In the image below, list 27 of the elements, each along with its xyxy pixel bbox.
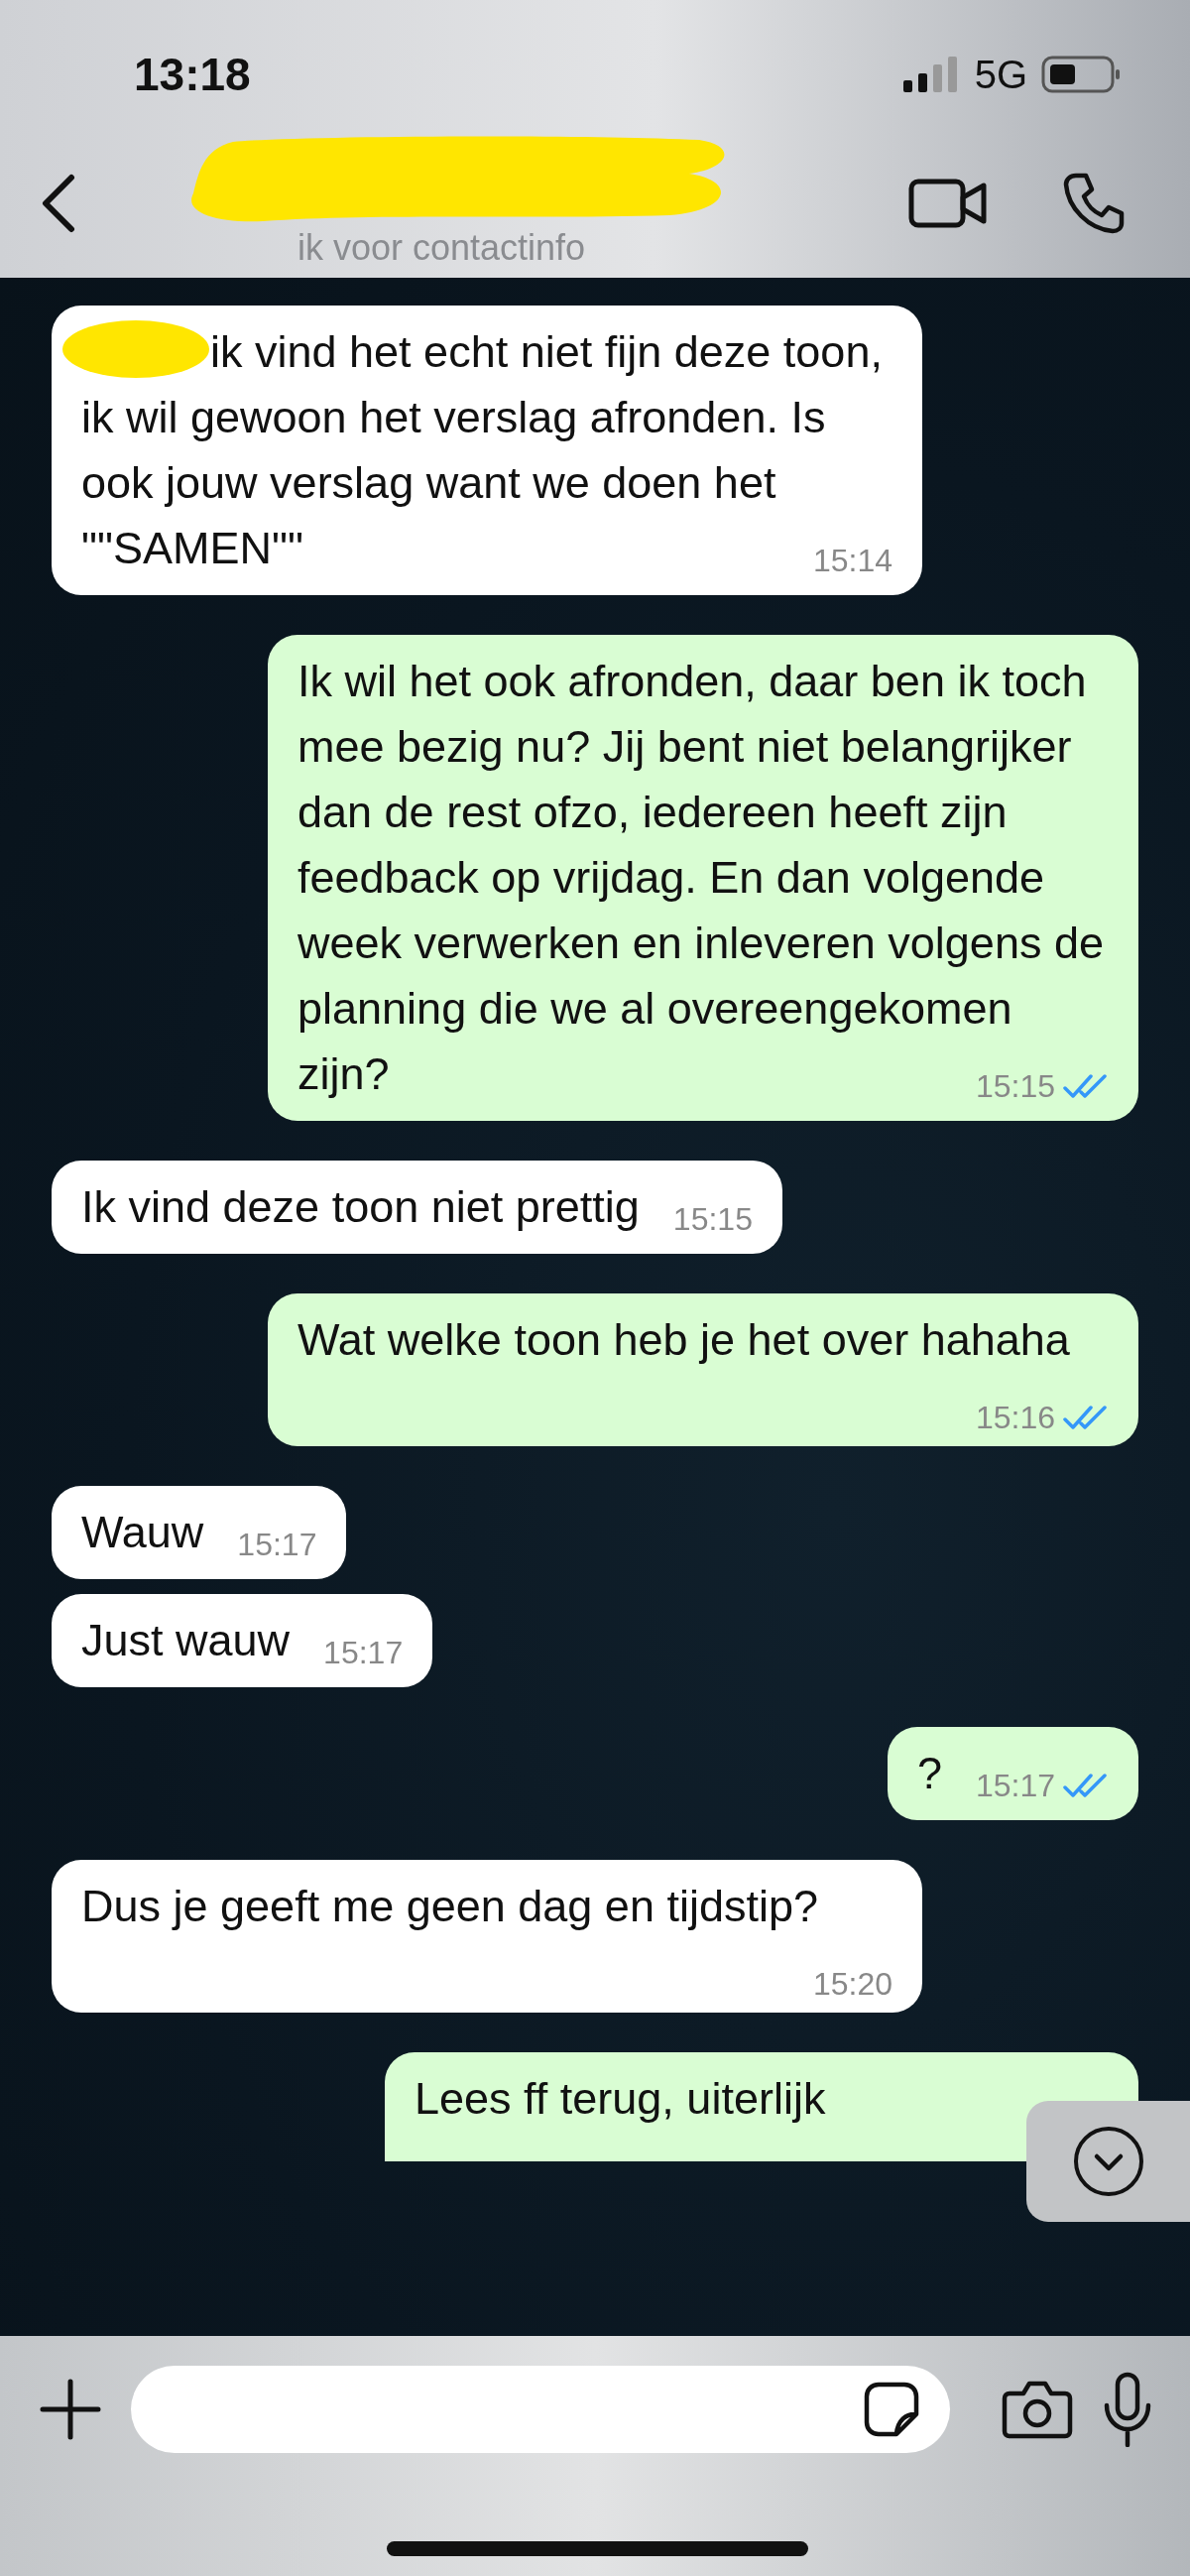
message-time: 15:15 — [975, 1067, 1055, 1106]
message-time: 15:17 — [237, 1526, 317, 1564]
battery-icon — [1041, 55, 1121, 94]
network-label: 5G — [974, 52, 1027, 97]
message-bubble[interactable]: Just wauw 15:17 — [52, 1594, 433, 1687]
message-bubble[interactable]: Wauw 15:17 — [52, 1486, 347, 1579]
message-bubble[interactable]: Ik vind deze toon niet prettig 15:15 — [52, 1161, 782, 1254]
message-bubble[interactable]: ? 15:17 — [887, 1727, 1138, 1820]
message-time: 15:20 — [812, 1965, 892, 2004]
status-time: 13:18 — [134, 48, 252, 101]
message-bubble[interactable]: ik vind het echt niet fijn deze toon, ik wil gewoon het verslag afronden. Is ook jouw verslag want we doen het ""SAMEN"" 15:14 — [52, 306, 922, 595]
sticker-icon[interactable] — [863, 2381, 920, 2438]
message-time: 15:15 — [672, 1200, 753, 1239]
plus-icon[interactable] — [40, 2379, 101, 2440]
camera-icon[interactable] — [1002, 2380, 1073, 2439]
message-bubble[interactable]: Wat welke toon heb je het over hahaha 15:16 — [268, 1293, 1138, 1446]
scroll-down-button[interactable] — [1026, 2101, 1190, 2222]
chevron-down-icon — [1072, 2126, 1144, 2197]
message-time: 15:17 — [323, 1634, 404, 1672]
message-time: 15:14 — [812, 542, 892, 580]
phone-icon[interactable] — [1062, 172, 1126, 235]
message-bubble[interactable]: Ik wil het ook afronden, daar ben ik toch mee bezig nu? Jij bent niet belangrijker dan de rest ofzo, iedereen heeft zijn feedback op vrijdag. En dan volgende week verwerken en inleveren volgens de planning die we al overeengekomen zijn? 15:15 — [268, 635, 1138, 1121]
message-bubble[interactable]: Dus je geeft me geen dag en tijdstip? 15:20 — [52, 1860, 922, 2013]
message-bubble[interactable]: Lees ff terug, uiterlijk — [385, 2052, 1138, 2161]
message-time: 15:17 — [975, 1767, 1055, 1805]
microphone-icon[interactable] — [1103, 2372, 1152, 2447]
message-time: 15:16 — [975, 1399, 1055, 1437]
